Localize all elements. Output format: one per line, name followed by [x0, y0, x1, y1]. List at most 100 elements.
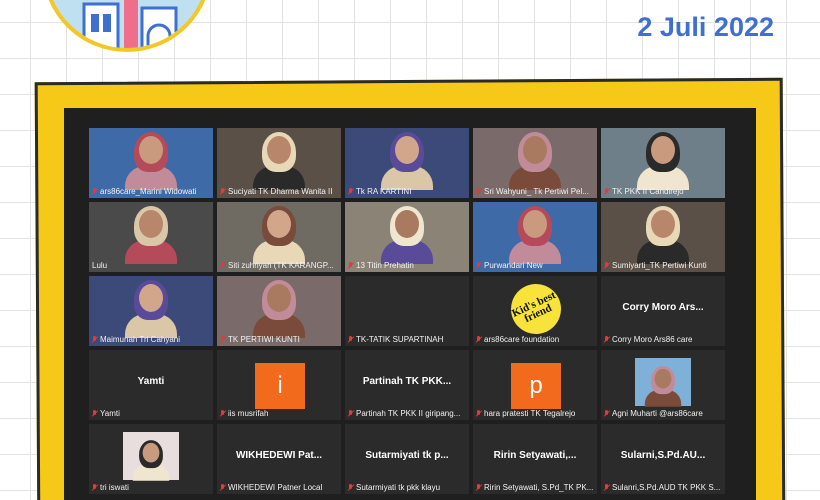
- participant-figure: [121, 130, 181, 190]
- mic-muted-icon: [220, 188, 225, 195]
- avatar-letter: i: [255, 363, 305, 409]
- participant-tile[interactable]: Sutarmiyati tk p... Sutarmiyati tk pkk kl…: [345, 424, 469, 494]
- participant-name-label: TK-TATIK SUPARTINAH: [356, 335, 444, 344]
- participant-tile[interactable]: WIKHEDEWI Pat... WIKHEDEWI Patner Local: [217, 424, 341, 494]
- participant-name-label: TK PKK II Candirejo: [612, 187, 684, 196]
- participant-figure: [505, 130, 565, 190]
- participant-name-label: Ririn Setyawati, S.Pd_TK PK...: [484, 483, 594, 492]
- participant-tile[interactable]: Tk RA KARTINI: [345, 128, 469, 198]
- logo-text: Kid's best friend: [510, 289, 558, 326]
- participant-name-label: Partinah TK PKK II giripang...: [356, 409, 461, 418]
- participant-tile[interactable]: Ririn Setyawati,... Ririn Setyawati, S.Pd…: [473, 424, 597, 494]
- participant-name-label: Sri Wahyuni_ Tk Pertiwi Pel...: [484, 187, 589, 196]
- mic-muted-icon: [92, 410, 97, 417]
- participant-tile[interactable]: Sularni,S.Pd.AU... Sulanri,S.Pd.AUD TK PK…: [601, 424, 725, 494]
- participant-name-label: 13 Titin Prehatin: [356, 261, 414, 270]
- participant-name: tri iswati: [92, 483, 210, 492]
- participant-name-label: WIKHEDEWI Patner Local: [228, 483, 323, 492]
- participant-name: ars86care_Marini Widowati: [92, 187, 210, 196]
- participant-tile[interactable]: Partinah TK PKK... Partinah TK PKK II gir…: [345, 350, 469, 420]
- participant-display-name: Sutarmiyati tk p...: [365, 450, 449, 461]
- participant-figure: [249, 204, 309, 264]
- mic-muted-icon: [476, 262, 481, 269]
- participant-name-label: Agni Muharti @ars86care: [612, 409, 703, 418]
- organization-logo: [42, 0, 212, 52]
- mic-muted-icon: [348, 410, 353, 417]
- participant-figure: [633, 204, 693, 264]
- participant-tile[interactable]: Sumiyarti_TK Pertiwi Kunti: [601, 202, 725, 272]
- participant-tile[interactable]: Maimunah Tri Cahyani: [89, 276, 213, 346]
- participant-tile[interactable]: Lulu: [89, 202, 213, 272]
- participant-tile[interactable]: Siti zuhriyah (TK KARANGP...: [217, 202, 341, 272]
- mic-muted-icon: [604, 188, 609, 195]
- avatar-letter: p: [511, 363, 561, 409]
- participant-figure: [377, 130, 437, 190]
- participant-figure: [377, 204, 437, 264]
- participant-name: Corry Moro Ars86 care: [604, 335, 722, 344]
- participant-name-label: TK PERTIWI KUNTI: [228, 335, 300, 344]
- participant-name-label: Sumiyarti_TK Pertiwi Kunti: [612, 261, 707, 270]
- participant-name: ars86care foundation: [476, 335, 594, 344]
- participant-tile[interactable]: TK PERTIWI KUNTI: [217, 276, 341, 346]
- mic-muted-icon: [220, 262, 225, 269]
- participant-display-name: Partinah TK PKK...: [362, 376, 452, 387]
- mic-muted-icon: [92, 336, 97, 343]
- participant-name: Sri Wahyuni_ Tk Pertiwi Pel...: [476, 187, 594, 196]
- mic-muted-icon: [476, 410, 481, 417]
- participant-name-label: Lulu: [92, 261, 108, 270]
- mic-muted-icon: [476, 336, 481, 343]
- participant-name-label: Corry Moro Ars86 care: [612, 335, 693, 344]
- participant-tile[interactable]: TK-TATIK SUPARTINAH: [345, 276, 469, 346]
- participant-name-label: Tk RA KARTINI: [356, 187, 412, 196]
- participant-display-name: Sularni,S.Pd.AU...: [620, 450, 706, 461]
- mic-muted-icon: [348, 262, 353, 269]
- participant-name: WIKHEDEWI Patner Local: [220, 483, 338, 492]
- participant-display-name: Corry Moro Ars...: [622, 302, 704, 313]
- participant-name: hara pratesti TK Tegalrejo: [476, 409, 594, 418]
- participant-name: Suciyati TK Dharma Wanita II: [220, 187, 338, 196]
- participant-grid: ars86care_Marini Widowati Suciyati TK Dha…: [89, 128, 725, 494]
- participant-display-name: Yamti: [137, 376, 165, 387]
- participant-tile[interactable]: p hara pratesti TK Tegalrejo: [473, 350, 597, 420]
- participant-name-label: ars86care foundation: [484, 335, 560, 344]
- participant-figure: [121, 278, 181, 338]
- participant-tile[interactable]: Purwandari New: [473, 202, 597, 272]
- participant-name: Sulanri,S.Pd.AUD TK PKK S...: [604, 483, 722, 492]
- mic-muted-icon: [220, 336, 225, 343]
- participant-name-label: ars86care_Marini Widowati: [100, 187, 197, 196]
- participant-tile[interactable]: TK PKK II Candirejo: [601, 128, 725, 198]
- participant-tile[interactable]: Yamti Yamti: [89, 350, 213, 420]
- mic-muted-icon: [604, 410, 609, 417]
- participant-name: Siti zuhriyah (TK KARANGP...: [220, 261, 338, 270]
- kids-best-friend-logo: Kid's best friend: [502, 276, 570, 343]
- participant-name: TK PERTIWI KUNTI: [220, 335, 338, 344]
- participant-tile[interactable]: Sri Wahyuni_ Tk Pertiwi Pel...: [473, 128, 597, 198]
- participant-tile[interactable]: Suciyati TK Dharma Wanita II: [217, 128, 341, 198]
- participant-name: Lulu: [92, 261, 210, 270]
- participant-name: Purwandari New: [476, 261, 594, 270]
- participant-name: Partinah TK PKK II giripang...: [348, 409, 466, 418]
- participant-name-label: Purwandari New: [484, 261, 543, 270]
- participant-tile[interactable]: Agni Muharti @ars86care: [601, 350, 725, 420]
- participant-figure: [505, 204, 565, 264]
- participant-name: Tk RA KARTINI: [348, 187, 466, 196]
- participant-tile[interactable]: Kid's best friend ars86care foundation: [473, 276, 597, 346]
- participant-figure: [249, 278, 309, 338]
- participant-display-name: Ririn Setyawati,...: [493, 450, 577, 461]
- participant-tile[interactable]: i iis musrifah: [217, 350, 341, 420]
- participant-name: Agni Muharti @ars86care: [604, 409, 722, 418]
- participant-name: TK PKK II Candirejo: [604, 187, 722, 196]
- participant-name-label: Sulanri,S.Pd.AUD TK PKK S...: [612, 483, 721, 492]
- participant-name-label: tri iswati: [100, 483, 129, 492]
- participant-name-label: hara pratesti TK Tegalrejo: [484, 409, 576, 418]
- participant-figure: [633, 130, 693, 190]
- mic-muted-icon: [220, 410, 225, 417]
- participant-name: Ririn Setyawati, S.Pd_TK PK...: [476, 483, 594, 492]
- participant-tile[interactable]: tri iswati: [89, 424, 213, 494]
- participant-tile[interactable]: 13 Titin Prehatin: [345, 202, 469, 272]
- mic-muted-icon: [604, 336, 609, 343]
- mic-muted-icon: [604, 484, 609, 491]
- participant-tile[interactable]: ars86care_Marini Widowati: [89, 128, 213, 198]
- participant-figure: [130, 439, 172, 481]
- participant-tile[interactable]: Corry Moro Ars... Corry Moro Ars86 care: [601, 276, 725, 346]
